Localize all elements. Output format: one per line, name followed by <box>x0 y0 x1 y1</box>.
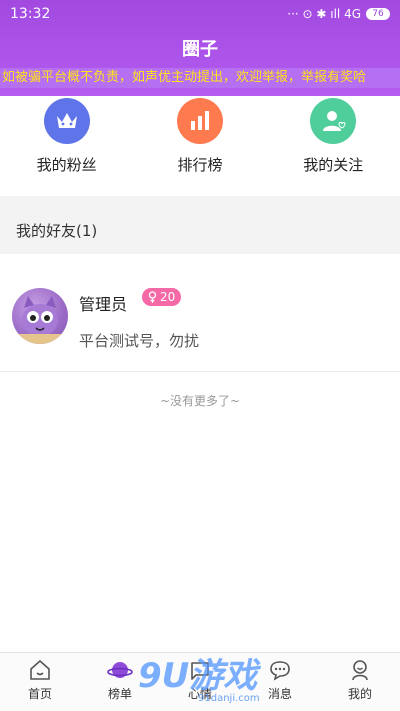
level-badge: 20 <box>142 288 182 306</box>
title-bar: 圈子 <box>0 28 400 68</box>
chat-icon <box>270 661 290 681</box>
friends-section-title: 我的好友(1) <box>0 208 400 254</box>
my-fans-button[interactable]: 我的粉丝 <box>12 98 122 182</box>
site-watermark: 9U游戏 <box>138 656 258 696</box>
page-title: 圈子 <box>182 39 218 60</box>
tab-messages-label: 消息 <box>267 687 292 701</box>
profile-icon <box>352 660 368 681</box>
bar-chart-icon <box>176 98 223 144</box>
signal-indicators: ··· ⊙ ✱ ıll 4G <box>287 7 361 21</box>
ranking-button[interactable]: 排行榜 <box>145 98 255 182</box>
tab-profile-label: 我的 <box>347 687 372 701</box>
crown-icon <box>43 98 90 144</box>
my-following-label: 我的关注 <box>303 156 364 174</box>
notice-marquee: 如被骗平台概不负责，如声优主动提出，欢迎举报，举报有奖哈 <box>0 68 400 88</box>
status-bar: 13:32 ··· ⊙ ✱ ıll 4G 76 <box>0 0 400 28</box>
my-fans-label: 我的粉丝 <box>36 156 97 174</box>
tab-home[interactable]: 首页 <box>0 653 80 711</box>
avatar <box>12 288 68 344</box>
my-following-button[interactable]: 我的关注 <box>278 98 388 182</box>
section-divider <box>0 196 400 208</box>
user-heart-icon <box>310 98 357 144</box>
female-icon <box>148 291 157 303</box>
no-more-text: ~没有更多了~ <box>159 394 241 408</box>
battery-icon: 76 <box>366 8 390 20</box>
home-icon <box>30 660 50 680</box>
friend-list-item[interactable]: 管理员 20 平台测试号，勿扰 <box>0 266 400 372</box>
friend-description: 平台测试号，勿扰 <box>79 332 200 350</box>
tab-profile[interactable]: 我的 <box>320 653 400 711</box>
planet-icon <box>107 662 133 678</box>
app-header: 13:32 ··· ⊙ ✱ ıll 4G 76 圈子 如被骗平台概不负责，如声优… <box>0 0 400 96</box>
site-watermark-url: 91danji.com <box>198 693 260 704</box>
tab-ranking-label: 榜单 <box>107 687 132 701</box>
tab-home-label: 首页 <box>27 687 52 701</box>
ranking-label: 排行榜 <box>177 156 223 174</box>
status-indicators: ··· ⊙ ✱ ıll 4G 76 <box>287 7 390 21</box>
friend-name: 管理员 <box>79 295 128 314</box>
status-time: 13:32 <box>10 6 51 22</box>
level-value: 20 <box>160 290 176 304</box>
quick-actions: 我的粉丝 排行榜 我的关注 <box>0 96 400 182</box>
